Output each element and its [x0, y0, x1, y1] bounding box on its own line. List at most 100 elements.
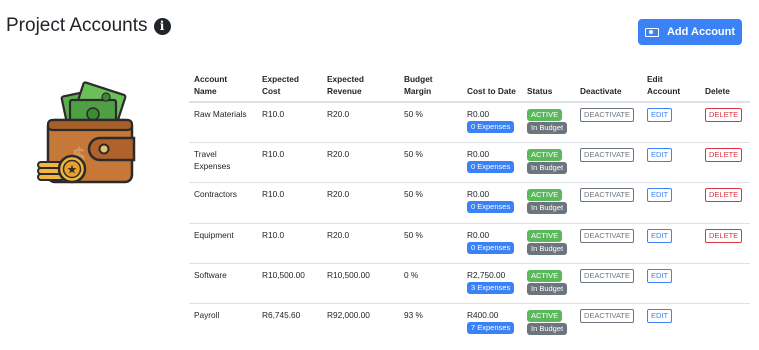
deactivate-button[interactable]: DEACTIVATE: [580, 188, 634, 203]
expenses-badge[interactable]: 0 Expenses: [467, 160, 515, 173]
active-badge: ACTIVE: [527, 148, 563, 161]
delete-button[interactable]: DELETE: [705, 188, 743, 203]
edit-cell: EDIT: [642, 102, 700, 142]
budget-margin-cell: 93 %: [399, 303, 462, 345]
deactivate-cell: DEACTIVATE: [575, 141, 642, 183]
deactivate-button[interactable]: DEACTIVATE: [580, 228, 634, 243]
edit-button[interactable]: EDIT: [647, 147, 673, 162]
header-expected-revenue: Expected Revenue: [322, 70, 399, 103]
header-budget-margin: Budget Margin: [399, 70, 462, 103]
expected-cost-cell: R10.0: [257, 222, 322, 264]
account-name-cell: Software: [189, 263, 257, 304]
budget-margin-cell: 50 %: [399, 141, 462, 183]
accounts-table: Account Name Expected Cost Expected Reve…: [189, 70, 750, 345]
deactivate-button[interactable]: DEACTIVATE: [580, 108, 634, 122]
delete-cell: DELETE: [700, 182, 750, 224]
header-edit-account: Edit Account: [642, 70, 700, 103]
cost-to-date-value: R400.00: [467, 310, 499, 321]
money-icon: [644, 27, 659, 37]
account-name-cell: Equipment: [189, 222, 257, 264]
edit-cell: EDIT: [642, 222, 700, 264]
budget-margin-cell: 0 %: [399, 263, 462, 304]
account-name-cell: Contractors: [189, 182, 257, 224]
wallet-icon: $ ★: [37, 81, 136, 184]
table-row: Travel Expenses R10.0 R20.0 50 % R0.00 0…: [189, 141, 750, 183]
edit-cell: EDIT: [642, 141, 700, 183]
expected-revenue-cell: R20.0: [327, 109, 350, 119]
expenses-badge[interactable]: 0 Expenses: [467, 241, 515, 254]
deactivate-cell: DEACTIVATE: [575, 263, 642, 304]
expenses-badge[interactable]: 3 Expenses: [467, 282, 515, 295]
expenses-badge[interactable]: 7 Expenses: [467, 322, 515, 335]
header-delete: Delete: [700, 70, 750, 103]
cost-to-date-cell: R400.00 7 Expenses: [462, 303, 522, 345]
budget-margin-cell: 50 %: [399, 222, 462, 264]
budget-margin-cell: 50 %: [399, 182, 462, 224]
info-icon[interactable]: i: [153, 17, 171, 35]
status-cell: ACTIVE In Budget: [522, 263, 575, 304]
cost-to-date-value: R0.00: [467, 229, 490, 240]
deactivate-button[interactable]: DEACTIVATE: [580, 147, 634, 162]
delete-button[interactable]: DELETE: [705, 147, 743, 162]
expected-revenue-cell: R20.0: [322, 222, 399, 264]
active-badge: ACTIVE: [527, 229, 563, 242]
cost-to-date-cell: R0.00 0 Expenses: [462, 102, 522, 142]
status-cell: ACTIVE In Budget: [522, 141, 575, 183]
in-budget-badge: In Budget: [527, 283, 568, 296]
header-cost-to-date: Cost to Date: [462, 70, 522, 103]
expenses-badge[interactable]: 0 Expenses: [467, 201, 515, 214]
expected-cost-cell: R10.0: [257, 141, 322, 183]
deactivate-button[interactable]: DEACTIVATE: [580, 309, 634, 324]
deactivate-cell: DEACTIVATE: [575, 102, 642, 142]
edit-button[interactable]: EDIT: [647, 269, 673, 284]
table-row: Payroll R6,745.60 R92,000.00 93 % R400.0…: [189, 303, 750, 345]
expected-revenue-cell: R20.0: [322, 141, 399, 183]
cost-to-date-value: R0.00: [467, 189, 490, 200]
page-title-text: Project Accounts: [6, 15, 148, 36]
in-budget-badge: In Budget: [527, 161, 568, 174]
header-expected-cost: Expected Cost: [257, 70, 322, 103]
cost-to-date-value: R0.00: [467, 109, 490, 119]
edit-button[interactable]: EDIT: [647, 309, 673, 324]
delete-button[interactable]: DELETE: [705, 228, 743, 243]
status-cell: ACTIVE In Budget: [522, 222, 575, 264]
table-row: Raw Materials R10.0 R20.0 50 % R0.00 0 E…: [189, 102, 750, 142]
expected-revenue-cell: R10,500.00: [322, 263, 399, 304]
deactivate-button[interactable]: DEACTIVATE: [580, 269, 634, 284]
account-name-cell: Raw Materials: [194, 109, 247, 119]
edit-button[interactable]: EDIT: [647, 108, 673, 122]
add-account-button[interactable]: Add Account: [638, 19, 742, 45]
expected-revenue-cell: R20.0: [322, 182, 399, 224]
expected-revenue-cell: R92,000.00: [322, 303, 399, 345]
edit-cell: EDIT: [642, 263, 700, 304]
edit-button[interactable]: EDIT: [647, 188, 673, 203]
header-deactivate: Deactivate: [575, 70, 642, 103]
table-row: Software R10,500.00 R10,500.00 0 % R2,75…: [189, 263, 750, 304]
cost-to-date-value: R2,750.00: [467, 270, 506, 281]
active-badge: ACTIVE: [527, 270, 563, 283]
deactivate-cell: DEACTIVATE: [575, 182, 642, 224]
delete-button[interactable]: DELETE: [705, 108, 743, 122]
in-budget-badge: In Budget: [527, 122, 568, 134]
cost-to-date-value: R0.00: [467, 148, 490, 159]
edit-button[interactable]: EDIT: [647, 228, 673, 243]
cost-to-date-cell: R0.00 0 Expenses: [462, 222, 522, 264]
in-budget-badge: In Budget: [527, 242, 568, 255]
expected-cost-cell: R10,500.00: [257, 263, 322, 304]
edit-cell: EDIT: [642, 182, 700, 224]
status-cell: ACTIVE In Budget: [522, 182, 575, 224]
expected-cost-cell: R10.0: [262, 109, 285, 119]
budget-margin-cell: 50 %: [404, 109, 423, 119]
header-account-name: Account Name: [189, 70, 257, 103]
account-name-cell: Travel Expenses: [189, 141, 257, 183]
delete-cell: DELETE: [700, 102, 750, 142]
status-cell: ACTIVE In Budget: [522, 102, 575, 142]
expenses-badge[interactable]: 0 Expenses: [467, 121, 515, 133]
expected-cost-cell: R6,745.60: [257, 303, 322, 345]
deactivate-cell: DEACTIVATE: [575, 303, 642, 345]
svg-text:★: ★: [67, 163, 78, 177]
in-budget-badge: In Budget: [527, 323, 568, 336]
delete-cell: DELETE: [700, 141, 750, 183]
table-header-row: Account Name Expected Cost Expected Reve…: [189, 70, 750, 103]
status-cell: ACTIVE In Budget: [522, 303, 575, 345]
